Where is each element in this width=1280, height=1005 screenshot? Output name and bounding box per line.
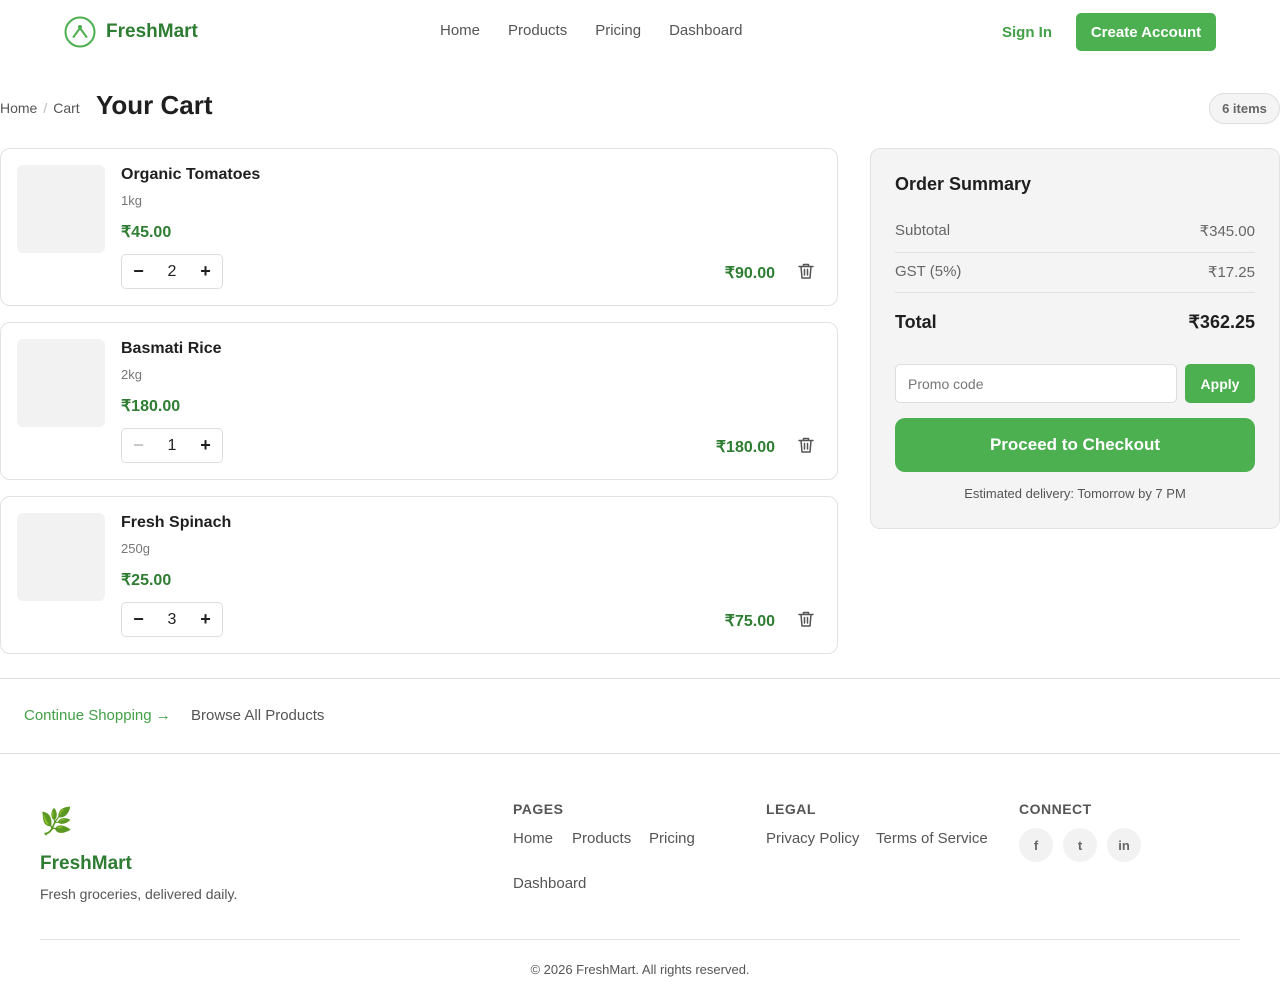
divider (0, 678, 1280, 679)
divider (0, 753, 1280, 754)
breadcrumb-cart[interactable]: Cart (53, 100, 79, 116)
footer-legal-heading: LEGAL (766, 801, 816, 817)
site-header: FreshMart Home Products Pricing Dashboar… (0, 0, 1280, 64)
cart-item: Basmati Rice 2kg ₹180.00 − 1 + ₹180.00 (0, 322, 838, 480)
product-unit: 250g (121, 541, 150, 556)
quantity-stepper: − 2 + (121, 254, 223, 289)
continue-shopping-link[interactable]: Continue Shopping → (24, 707, 171, 724)
copyright: © 2026 FreshMart. All rights reserved. (530, 962, 750, 977)
apply-promo-button[interactable]: Apply (1185, 364, 1255, 403)
breadcrumb: Home / Cart (0, 100, 80, 116)
quantity-value: 2 (167, 262, 177, 280)
increase-quantity-button[interactable]: + (189, 429, 222, 462)
footer-pages-heading: PAGES (513, 801, 564, 817)
gst-value: ₹17.25 (1207, 264, 1255, 281)
order-summary-panel: Order Summary Subtotal ₹345.00 GST (5%) … (870, 148, 1280, 529)
brand[interactable]: FreshMart (64, 16, 198, 48)
footer-link-privacy[interactable]: Privacy Policy (766, 830, 859, 847)
product-name: Basmati Rice (121, 340, 222, 357)
decrease-quantity-button[interactable]: − (122, 603, 155, 636)
total-row: Total ₹362.25 (895, 312, 1255, 333)
leaf-icon: 🌿 (40, 806, 73, 836)
product-unit: 2kg (121, 367, 142, 382)
page-title: Your Cart (96, 90, 213, 120)
trash-icon[interactable] (797, 436, 815, 454)
nav-dashboard[interactable]: Dashboard (669, 22, 742, 39)
footer-divider (40, 939, 1240, 940)
footer-link-home[interactable]: Home (513, 830, 553, 847)
footer-brand: FreshMart (40, 853, 132, 874)
footer-tagline: Fresh groceries, delivered daily. (40, 886, 238, 902)
product-price: ₹45.00 (121, 224, 172, 241)
gst-row: GST (5%) ₹17.25 (895, 263, 1255, 281)
checkout-button[interactable]: Proceed to Checkout (895, 418, 1255, 472)
main-nav: Home Products Pricing Dashboard (440, 22, 742, 39)
product-price: ₹180.00 (121, 398, 181, 415)
quantity-value: 3 (167, 610, 177, 628)
subtotal-row: Subtotal ₹345.00 (895, 222, 1255, 240)
sign-in-link[interactable]: Sign In (1002, 24, 1052, 41)
product-image (17, 513, 105, 601)
increase-quantity-button[interactable]: + (189, 255, 222, 288)
line-total: ₹180.00 (715, 439, 775, 456)
product-image (17, 165, 105, 253)
create-account-button[interactable]: Create Account (1076, 13, 1216, 51)
divider (895, 252, 1255, 253)
quantity-value: 1 (167, 436, 177, 454)
trash-icon[interactable] (797, 262, 815, 280)
footer-link-products[interactable]: Products (572, 830, 631, 847)
quantity-stepper: − 3 + (121, 602, 223, 637)
breadcrumb-separator: / (43, 100, 48, 116)
linkedin-icon[interactable]: in (1107, 828, 1141, 862)
cart-item: Organic Tomatoes 1kg ₹45.00 − 2 + ₹90.00 (0, 148, 838, 306)
product-unit: 1kg (121, 193, 142, 208)
product-name: Fresh Spinach (121, 514, 232, 531)
nav-products[interactable]: Products (508, 22, 567, 39)
logo-icon (64, 16, 96, 48)
footer-link-dashboard[interactable]: Dashboard (513, 875, 586, 892)
cart-item: Fresh Spinach 250g ₹25.00 − 3 + ₹75.00 (0, 496, 838, 654)
decrease-quantity-button[interactable]: − (122, 429, 155, 462)
gst-label: GST (5%) (895, 263, 962, 280)
browse-products-link[interactable]: Browse All Products (191, 707, 324, 724)
brand-name: FreshMart (106, 21, 198, 42)
footer-link-terms[interactable]: Terms of Service (876, 830, 988, 847)
order-summary-title: Order Summary (895, 174, 1032, 194)
facebook-icon[interactable]: f (1019, 828, 1053, 862)
subtotal-value: ₹345.00 (1199, 223, 1255, 240)
quantity-stepper: − 1 + (121, 428, 223, 463)
nav-pricing[interactable]: Pricing (595, 22, 641, 39)
nav-home[interactable]: Home (440, 22, 480, 39)
footer-link-pricing[interactable]: Pricing (649, 830, 695, 847)
footer-connect-heading: CONNECT (1019, 801, 1092, 817)
trash-icon[interactable] (797, 610, 815, 628)
product-name: Organic Tomatoes (121, 166, 261, 183)
items-count-badge: 6 items (1209, 93, 1280, 124)
promo-code-input[interactable] (895, 364, 1177, 403)
increase-quantity-button[interactable]: + (189, 603, 222, 636)
product-image (17, 339, 105, 427)
divider (895, 292, 1255, 293)
total-value: ₹362.25 (1188, 312, 1255, 332)
breadcrumb-home[interactable]: Home (0, 100, 37, 116)
total-label: Total (895, 312, 937, 332)
twitter-icon[interactable]: t (1063, 828, 1097, 862)
product-price: ₹25.00 (121, 572, 172, 589)
subtotal-label: Subtotal (895, 222, 951, 239)
line-total: ₹75.00 (724, 613, 775, 630)
delivery-estimate: Estimated delivery: Tomorrow by 7 PM (964, 486, 1186, 501)
decrease-quantity-button[interactable]: − (122, 255, 155, 288)
line-total: ₹90.00 (724, 265, 775, 282)
